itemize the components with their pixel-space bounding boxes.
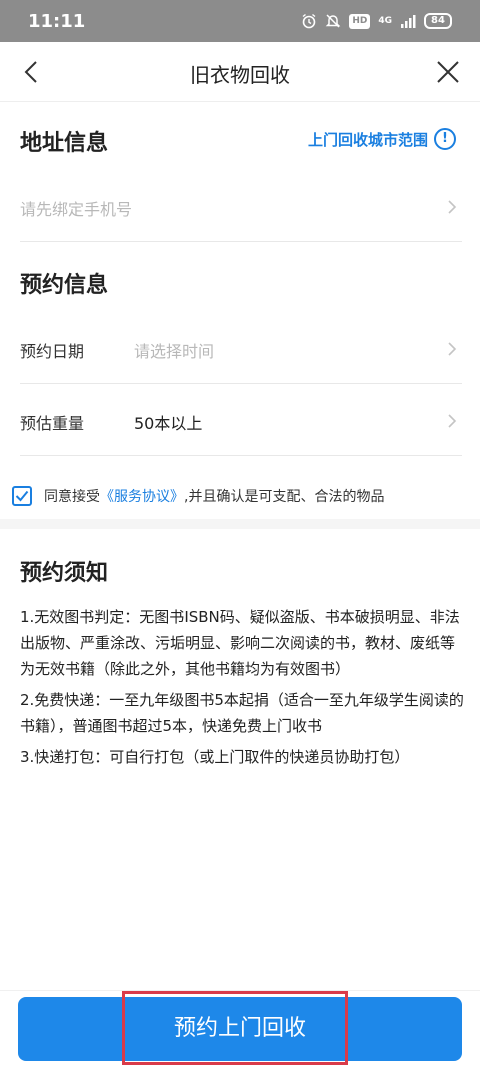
divider: [20, 383, 462, 384]
divider: [20, 455, 462, 456]
chevron-right-icon: [448, 414, 457, 428]
notice-section-title: 预约须知: [20, 561, 109, 586]
nav-bar: 旧衣物回收: [0, 42, 480, 102]
weight-row[interactable]: 预估重量 50本以上: [20, 410, 462, 434]
chevron-right-icon: [448, 200, 457, 214]
agreement-checkbox[interactable]: [12, 486, 32, 506]
notice-item: 1.无效图书判定：无图书ISBN码、疑似盗版、书本破损明显、非法出版物、严重涂改…: [20, 608, 460, 678]
signal-icon: [400, 12, 416, 30]
book-pickup-button[interactable]: 预约上门回收: [18, 997, 462, 1061]
divider: [20, 241, 462, 242]
notice-item: 3.快递打包：可自行打包（或上门取件的快递员协助打包）: [20, 748, 410, 766]
info-icon: !: [434, 128, 456, 150]
agreement-suffix: ,并且确认是可支配、合法的物品: [184, 489, 385, 505]
agreement-row: 同意接受《服务协议》,并且确认是可支配、合法的物品: [12, 486, 384, 506]
date-row[interactable]: 预约日期 请选择时间: [20, 338, 462, 362]
network-label: 4G: [378, 15, 392, 26]
service-agreement-link[interactable]: 《服务协议》: [100, 489, 184, 505]
status-icons: HD 4G 84: [301, 12, 452, 30]
battery-icon: 84: [424, 13, 452, 29]
phone-placeholder: 请先绑定手机号: [20, 200, 133, 219]
booking-section-title: 预约信息: [20, 273, 109, 298]
mute-icon: [325, 12, 341, 30]
agreement-text: 同意接受《服务协议》,并且确认是可支配、合法的物品: [44, 486, 384, 506]
service-range-link[interactable]: 上门回收城市范围 !: [308, 128, 456, 150]
alarm-icon: [301, 12, 317, 30]
date-placeholder: 请选择时间: [134, 342, 215, 361]
weight-label: 预估重量: [20, 414, 85, 433]
agreement-prefix: 同意接受: [44, 489, 100, 505]
chevron-right-icon: [448, 342, 457, 356]
close-icon[interactable]: [432, 56, 464, 88]
notice-item: 2.免费快递：一至九年级图书5本起捐（适合一至九年级学生阅读的书籍），普通图书超…: [20, 691, 464, 735]
phone-row[interactable]: 请先绑定手机号: [20, 196, 462, 220]
status-bar: 11:11 HD 4G 84: [0, 0, 480, 42]
notice-list: 1.无效图书判定：无图书ISBN码、疑似盗版、书本破损明显、非法出版物、严重涂改…: [20, 604, 464, 775]
address-section-title: 地址信息: [20, 131, 109, 156]
check-icon: [15, 490, 29, 502]
status-time: 11:11: [28, 11, 86, 32]
service-range-label: 上门回收城市范围: [307, 130, 428, 149]
date-label: 预约日期: [20, 342, 85, 361]
page-title: 旧衣物回收: [190, 63, 290, 87]
weight-value: 50本以上: [134, 414, 203, 433]
section-separator: [0, 519, 480, 529]
hd-badge: HD: [349, 13, 371, 29]
